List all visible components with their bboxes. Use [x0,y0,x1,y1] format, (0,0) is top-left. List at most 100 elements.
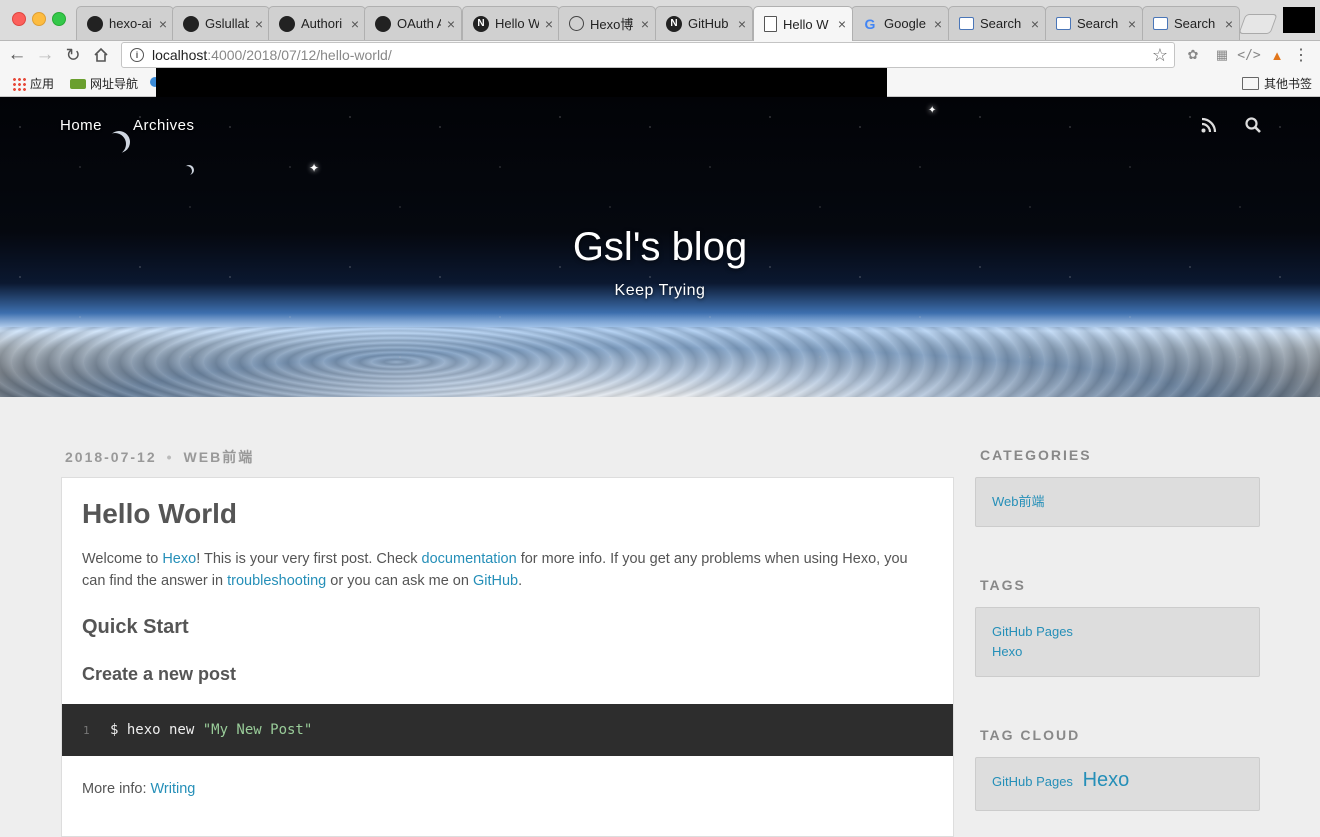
browser-tab[interactable]: N GitHub × [655,6,753,40]
extension-code-icon[interactable]: </> [1237,46,1260,64]
tags-heading: TAGS [980,577,1026,593]
url-path: :4000/2018/07/12/hello-world/ [207,47,392,63]
browser-tab[interactable]: OAuth A × [364,6,462,40]
bookmark-other[interactable]: 其他书签 [1242,75,1312,92]
post-title[interactable]: Hello World [82,498,237,530]
nav-home-link[interactable]: Home [60,117,102,134]
writing-link[interactable]: Writing [151,781,196,797]
tab-label: Search [980,16,1022,31]
browser-menu-icon[interactable]: ⋮ [1292,46,1310,64]
home-button[interactable] [89,43,113,67]
browser-tab[interactable]: Search × [1045,6,1143,40]
browser-tab[interactable]: hexo-ai × [76,6,174,40]
close-window-button[interactable] [12,12,26,26]
tab-label: Hello W [783,16,829,32]
bookmark-apps[interactable]: 应用 [12,75,54,92]
tagcloud-link[interactable]: Hexo [1083,769,1130,791]
browser-tab[interactable]: Authori × [268,6,366,40]
tab-close-icon[interactable]: × [1225,16,1233,32]
browser-tab[interactable]: Search × [948,6,1046,40]
site-title[interactable]: Gsl's blog [0,225,1320,270]
category-link[interactable]: Web前端 [992,492,1243,512]
reload-button[interactable]: ↻ [61,43,85,67]
code-string: "My New Post" [202,722,313,738]
tab-label: hexo-ai [109,16,152,31]
meta-separator: • [166,449,174,465]
n-icon: N [473,15,489,32]
info-icon[interactable]: i [130,48,144,62]
bookmark-other-label: 其他书签 [1264,77,1313,91]
search-page-icon [1056,17,1071,30]
tag-link[interactable]: GitHub Pages [992,622,1243,642]
rss-icon[interactable] [1200,116,1218,134]
extension-metamask-icon[interactable]: ▲ [1268,46,1286,64]
globe-icon [569,16,584,31]
site-header: ✦ ✦ Home Archives Gsl's blog Keep Trying [0,97,1320,397]
tab-close-icon[interactable]: × [545,16,553,32]
more-info-label: More info: [82,781,151,797]
subsection-heading: Create a new post [82,664,237,684]
github-icon [183,15,199,32]
search-icon[interactable] [1244,116,1262,134]
documentation-link[interactable]: documentation [422,551,517,567]
browser-tab[interactable]: Gslullab × [172,6,270,40]
intro-text: ! This is your very first post. Check [196,551,422,567]
search-page-icon [959,17,974,30]
star-decoration: ✦ [928,105,937,116]
google-icon: G [864,15,876,32]
extension-rp-icon[interactable]: ▦ [1213,46,1231,64]
tab-close-icon[interactable]: × [447,16,455,32]
extension-leaf-icon[interactable]: ✿ [1184,46,1202,64]
tab-close-icon[interactable]: × [351,16,359,32]
browser-tab[interactable]: N Hello W × [462,6,560,40]
tab-close-icon[interactable]: × [1128,16,1136,32]
post-date[interactable]: 2018-07-12 [65,449,157,465]
forward-button[interactable]: → [33,43,57,67]
tab-label: Authori [301,16,343,31]
tab-close-icon[interactable]: × [838,16,846,32]
categories-widget: Web前端 [975,477,1260,527]
minimize-window-button[interactable] [32,12,46,26]
troubleshooting-link[interactable]: troubleshooting [227,573,326,589]
code-command: $ hexo new [110,722,203,738]
site-subtitle: Keep Trying [614,282,706,299]
github-link[interactable]: GitHub [473,573,518,589]
browser-tab[interactable]: Search × [1142,6,1240,40]
tab-close-icon[interactable]: × [255,16,263,32]
tab-close-icon[interactable]: × [641,16,649,32]
tab-close-icon[interactable]: × [738,16,746,32]
github-icon [375,15,391,32]
post-category-link[interactable]: WEB前端 [184,447,255,467]
post-article: Hello World Welcome to Hexo! This is you… [61,477,954,837]
tab-close-icon[interactable]: × [159,16,167,32]
intro-text: . [518,573,523,589]
post-meta: 2018-07-12 • WEB前端 [65,447,254,467]
hexo-link[interactable]: Hexo [162,551,196,567]
browser-tab[interactable]: Hello W × [753,6,853,41]
tab-close-icon[interactable]: × [1031,16,1039,32]
tag-link[interactable]: Hexo [992,642,1243,662]
document-icon [764,16,777,32]
github-icon [279,15,295,32]
bookmark-star-icon[interactable]: ☆ [1152,45,1168,66]
tagcloud-link[interactable]: GitHub Pages [992,774,1073,789]
tab-label: Search [1077,16,1119,31]
home-icon [94,47,108,62]
maximize-window-button[interactable] [52,12,66,26]
n-icon: N [666,15,682,32]
back-button[interactable]: ← [5,43,29,67]
new-tab-button[interactable] [1238,14,1278,34]
address-bar[interactable]: i localhost:4000/2018/07/12/hello-world/… [121,42,1175,68]
browser-tab-bar: hexo-ai × Gslullab × Authori × OAuth A × N Hello … [0,0,1320,41]
intro-text: Welcome to [82,551,163,567]
tab-close-icon[interactable]: × [934,16,942,32]
profile-avatar[interactable] [1283,7,1315,33]
tab-label: GitHub [688,16,729,31]
code-block: 1 $ hexo new "My New Post" [62,704,953,756]
bookmark-nav[interactable]: 网址导航 [70,75,138,92]
post-intro: Welcome to Hexo! This is your very first… [82,548,922,592]
browser-tab[interactable]: G Google × [851,6,949,40]
browser-tab[interactable]: Hexo博 × [558,6,656,40]
url-host: localhost [152,47,208,63]
nav-archives-link[interactable]: Archives [133,117,195,134]
